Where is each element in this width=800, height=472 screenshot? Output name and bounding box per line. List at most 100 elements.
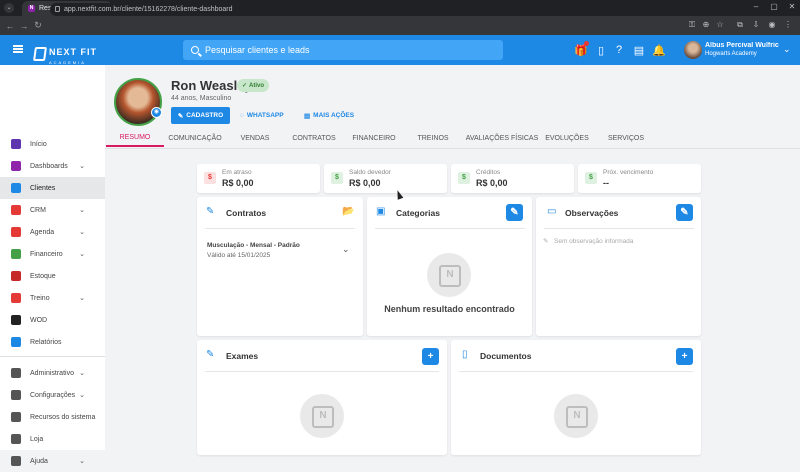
contract-edit-icon: ✎	[206, 206, 215, 217]
observations-panel: ▭ Observações ✎ ✎ Sem observação informa…	[536, 197, 701, 336]
client-photo	[114, 78, 162, 126]
exams-panel: ✎ Exames +	[197, 340, 447, 455]
tab-contratos[interactable]: CONTRATOS	[290, 129, 338, 147]
observations-empty: Sem observação informada	[554, 238, 634, 245]
forward-icon[interactable]: →	[17, 21, 31, 31]
sidebar-item-configuracoes[interactable]: Configurações ⌄	[0, 384, 105, 406]
status-badge: ✓ Ativo	[237, 79, 270, 92]
browser-menu-icon[interactable]: ⋮	[782, 20, 794, 29]
tab-financeiro[interactable]: FINANCEIRO	[348, 129, 400, 147]
address-bar-row: ← → ↻	[0, 16, 800, 35]
add-exam-button[interactable]: +	[422, 348, 439, 365]
cadastro-button[interactable]: ✎ CADASTRO	[171, 107, 230, 124]
chevron-down-icon: ⌄	[79, 370, 85, 377]
tab-divider	[105, 148, 800, 149]
syringe-icon: ✎	[206, 349, 215, 360]
chevron-down-icon[interactable]: ⌄	[783, 44, 791, 55]
site-info-icon[interactable]	[55, 6, 60, 12]
tab-vendas[interactable]: VENDAS	[234, 129, 276, 147]
tab-evolucoes[interactable]: EVOLUÇÕES	[544, 129, 590, 147]
logo-mark-icon	[33, 46, 47, 61]
sidebar-item-agenda[interactable]: Agenda ⌄	[0, 221, 105, 243]
panel-divider	[544, 228, 694, 229]
help-circle-icon	[11, 456, 21, 466]
chevron-down-icon: ⌄	[79, 207, 85, 214]
tab-search-icon[interactable]: ⌄	[4, 3, 14, 13]
dumbbell-icon	[11, 293, 21, 303]
due-date-icon: $	[585, 172, 597, 184]
sidebar-item-ajuda[interactable]: Ajuda ⌄	[0, 450, 105, 472]
tab-comunicacao[interactable]: COMUNICAÇÃO	[166, 129, 224, 147]
tab-treinos[interactable]: TREINOS	[414, 129, 452, 147]
minimize-icon[interactable]: –	[748, 2, 764, 11]
summary-card-em-atraso: $ Em atraso R$ 0,00	[197, 164, 320, 193]
admin-icon	[11, 368, 21, 378]
toggle-icon	[11, 412, 21, 422]
extensions-icon[interactable]: ⧉	[734, 20, 746, 30]
sidebar-item-administrativo[interactable]: Administrativo ⌄	[0, 362, 105, 384]
bell-icon[interactable]: 🔔	[652, 44, 666, 57]
cart-icon	[11, 271, 21, 281]
sidebar-item-relatorios[interactable]: Relatórios	[0, 331, 105, 353]
contracts-panel: ✎ Contratos 📂 Musculação - Mensal - Padr…	[197, 197, 363, 336]
sidebar-item-inicio[interactable]: Início	[0, 133, 105, 155]
url-text: app.nextfit.com.br/cliente/15162278/clie…	[64, 6, 233, 13]
window-close-icon[interactable]: ✕	[784, 2, 800, 11]
sidebar-item-wod[interactable]: WOD	[0, 309, 105, 331]
user-avatar[interactable]	[684, 41, 702, 59]
help-icon[interactable]: ?	[612, 44, 626, 56]
sidebar-item-dashboards[interactable]: Dashboards ⌄	[0, 155, 105, 177]
categories-title: Categorias	[396, 208, 440, 218]
sidebar-item-crm[interactable]: CRM ⌄	[0, 199, 105, 221]
search-input[interactable]: Pesquisar clientes e leads	[183, 40, 503, 60]
key-icon[interactable]: ⚿	[686, 20, 698, 30]
sidebar-item-financeiro[interactable]: Financeiro ⌄	[0, 243, 105, 265]
sidebar-item-loja[interactable]: Loja	[0, 428, 105, 450]
reload-icon[interactable]: ↻	[31, 20, 45, 31]
back-icon[interactable]: ←	[3, 21, 17, 31]
whatsapp-button[interactable]: ◌ WHATSAPP	[240, 107, 284, 124]
maximize-icon[interactable]: ▢	[766, 2, 782, 11]
empty-message: Nenhum resultado encontrado	[384, 304, 515, 314]
bookmark-star-icon[interactable]: ☆	[714, 20, 726, 29]
user-organization: Hogwarts Academy	[705, 51, 757, 57]
sidebar-item-recursos[interactable]: Recursos do sistema	[0, 406, 105, 428]
sidebar-item-treino[interactable]: Treino ⌄	[0, 287, 105, 309]
tablet-icon[interactable]: ▯	[594, 44, 608, 57]
chevron-down-icon[interactable]: ⌄	[342, 244, 350, 255]
search-placeholder: Pesquisar clientes e leads	[205, 45, 310, 55]
tab-resumo[interactable]: RESUMO	[106, 129, 164, 147]
documents-panel: ▯ Documentos +	[451, 340, 701, 455]
document-icon: ▯	[462, 349, 468, 360]
sidebar-divider	[0, 356, 105, 357]
categories-panel: ▣ Categorias ✎ Nenhum resultado encontra…	[367, 197, 532, 336]
calendar-icon	[11, 227, 21, 237]
chat-icon[interactable]: ▤	[632, 44, 646, 57]
add-document-button[interactable]: +	[676, 348, 693, 365]
panel-divider	[459, 371, 693, 372]
more-actions-button[interactable]: ▤ MAIS AÇÕES	[304, 107, 354, 124]
check-icon: ✓	[242, 83, 248, 89]
edit-observations-button[interactable]: ✎	[676, 204, 693, 221]
tab-servicos[interactable]: SERVIÇOS	[604, 129, 648, 147]
crm-icon	[11, 205, 21, 215]
tab-avaliacoes[interactable]: AVALIAÇÕES FÍSICAS	[464, 129, 540, 147]
documents-title: Documentos	[480, 351, 532, 361]
url-field[interactable]: app.nextfit.com.br/cliente/15162278/clie…	[50, 3, 678, 16]
overdue-icon: $	[204, 172, 216, 184]
camera-icon[interactable]: ◉	[151, 107, 162, 118]
app-logo[interactable]: NEXT FIT ACADEMIA	[33, 42, 97, 65]
hamburger-menu-icon[interactable]	[13, 45, 23, 53]
observations-title: Observações	[565, 208, 619, 218]
chart-icon	[11, 161, 21, 171]
empty-state-icon	[427, 253, 471, 297]
sidebar-item-clientes[interactable]: Clientes	[0, 177, 105, 199]
contract-plan[interactable]: Musculação - Mensal - Padrão	[207, 242, 300, 249]
download-icon[interactable]: ⇩	[750, 20, 762, 29]
sidebar-item-estoque[interactable]: Estoque	[0, 265, 105, 287]
zoom-icon[interactable]: ⊕	[700, 20, 712, 29]
profile-icon[interactable]: ◉	[766, 20, 778, 29]
edit-categories-button[interactable]: ✎	[506, 204, 523, 221]
user-name[interactable]: Albus Percival Wulfric B...	[705, 42, 780, 49]
folder-icon[interactable]: 📂	[342, 206, 354, 217]
